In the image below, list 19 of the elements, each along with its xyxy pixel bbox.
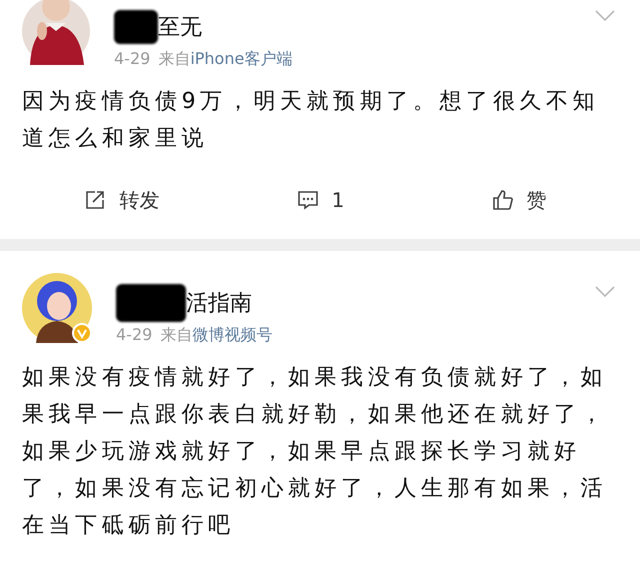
avatar bbox=[22, 0, 90, 65]
chevron-down-icon[interactable] bbox=[594, 9, 616, 23]
user-name: 至无 bbox=[158, 14, 202, 42]
post-text: 因为疫情负债9万，明天就预期了。想了很久不知道怎么和家里说 bbox=[22, 88, 600, 153]
repost-button[interactable]: 转发 bbox=[83, 185, 160, 215]
post-text: 如果没有疫情就好了，如果我没有负债就好了，如果我早一点跟你表白就好勒，如果他还在就好了，如果少玩游戏就好了，如果早点跟探长学习就好了，如果没有忘记初心就好了，人生那有如果，活在当下砥砺前行吧 bbox=[22, 364, 608, 540]
user-name: 活指南 bbox=[186, 290, 252, 318]
post-source: 来自微博视频号 bbox=[160, 324, 272, 346]
avatar bbox=[22, 273, 92, 343]
like-button[interactable]: 赞 bbox=[490, 185, 547, 215]
comment-icon bbox=[296, 188, 320, 212]
post-source: 来自 iPhone客户端 bbox=[158, 48, 292, 70]
post-date: 4-29 bbox=[114, 48, 150, 70]
redaction-blot bbox=[116, 284, 186, 322]
post-date: 4-29 bbox=[116, 324, 152, 346]
chevron-down-icon[interactable] bbox=[594, 285, 616, 299]
thumbs-up-icon bbox=[490, 188, 515, 212]
comment-button[interactable]: 1 bbox=[296, 185, 344, 215]
redaction-blot bbox=[114, 10, 158, 44]
